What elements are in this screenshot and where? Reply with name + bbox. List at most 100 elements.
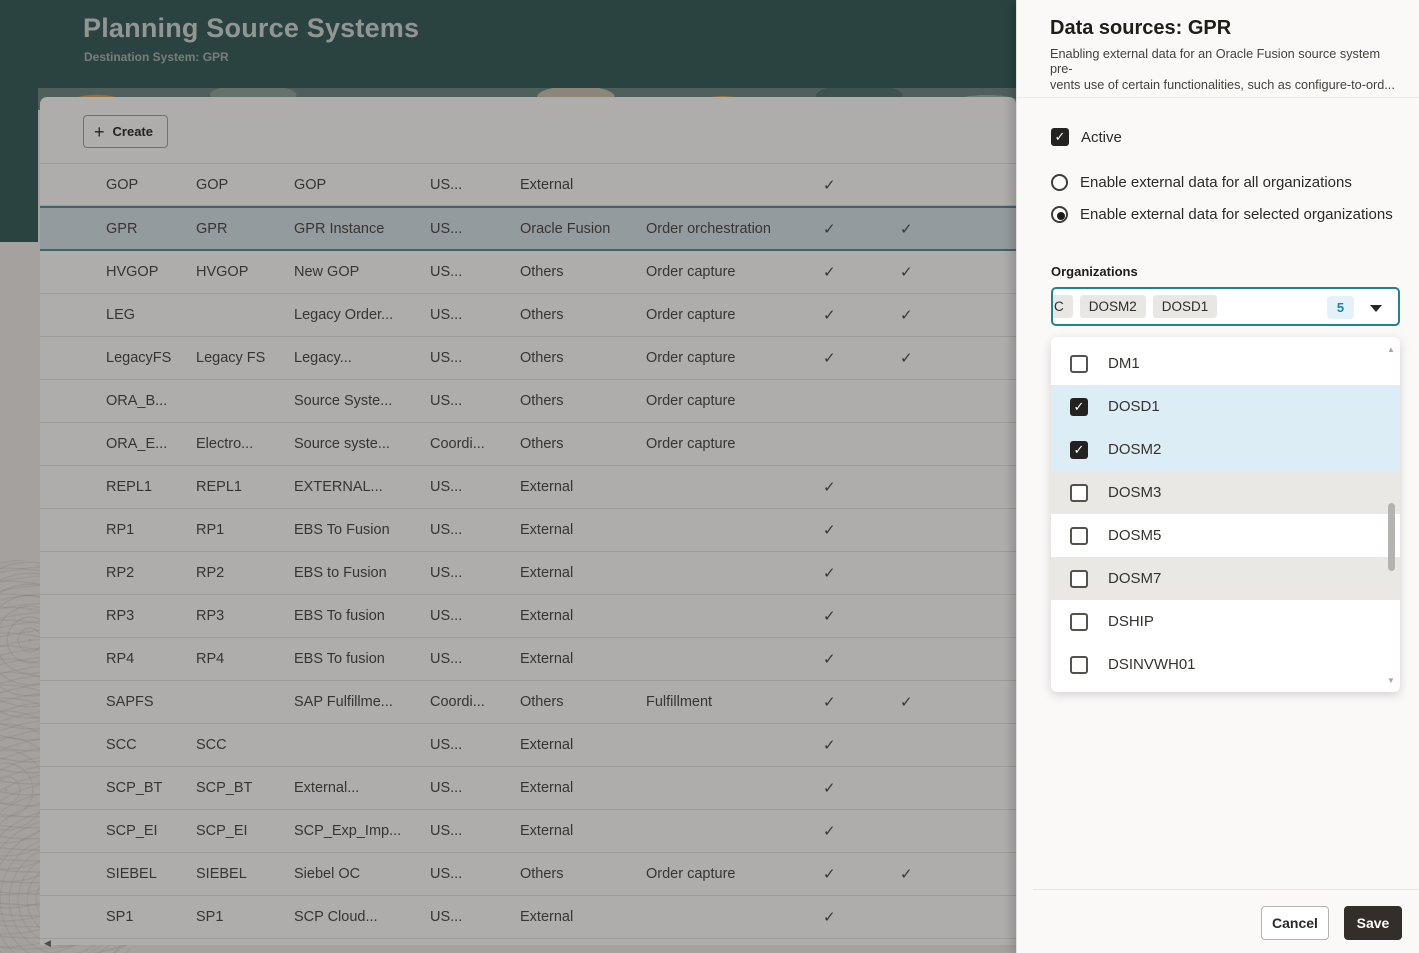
table-cell: SCP_Exp_Imp...	[294, 823, 430, 839]
table-row[interactable]: LEGLegacy Order...US...OthersOrder captu…	[40, 294, 1016, 337]
scrollbar-thumb[interactable]	[1388, 503, 1395, 571]
table-cell: RP3	[196, 608, 294, 624]
table-cell: Legacy FS	[196, 350, 294, 366]
table-cell: SCC	[196, 737, 294, 753]
table-row[interactable]: ORA_B...Source Syste...US...OthersOrder …	[40, 380, 1016, 423]
selection-count-badge[interactable]: 5	[1327, 296, 1354, 319]
table-cell: EBS to Fusion	[294, 565, 430, 581]
create-button[interactable]: + Create	[83, 115, 168, 148]
dropdown-option[interactable]: DOSM7	[1051, 557, 1400, 600]
table-cell: ORA_B...	[106, 393, 196, 409]
dropdown-option[interactable]: DOSM3	[1051, 471, 1400, 514]
table-cell: GOP	[294, 177, 430, 193]
data-sources-panel: Data sources: GPR Enabling external data…	[1016, 0, 1419, 953]
destination-system-subtitle: Destination System: GPR	[84, 50, 229, 64]
horizontal-scrollbar[interactable]: ◀	[40, 938, 1016, 948]
table-cell: US...	[430, 737, 520, 753]
radio-selected-icon[interactable]	[1051, 206, 1068, 223]
table-row[interactable]: SCP_EISCP_EISCP_Exp_Imp...US...External✓	[40, 810, 1016, 853]
table-cell: RP4	[106, 651, 196, 667]
dropdown-option[interactable]: DSINVWH01	[1051, 643, 1400, 686]
table-cell: LEG	[106, 307, 196, 323]
table-cell: Order capture	[646, 393, 795, 409]
table-row[interactable]: SP1SP1SCP Cloud...US...External✓	[40, 896, 1016, 939]
table-row[interactable]: RP4RP4EBS To fusionUS...External✓	[40, 638, 1016, 681]
checked-checkbox[interactable]: ✓	[1070, 441, 1088, 459]
scroll-down-icon[interactable]: ▼	[1387, 676, 1395, 685]
table-cell: SAP Fulfillme...	[294, 694, 430, 710]
option-label: DSHIP	[1108, 613, 1154, 630]
options-list: DM1✓DOSD1✓DOSM2DOSM3 DOSM5 DOSM7 DSHIP DSINV…	[1051, 342, 1400, 686]
enabled-check-icon: ✓	[795, 822, 872, 840]
active-checkbox[interactable]: ✓	[1051, 128, 1069, 146]
table-cell: REPL1	[196, 479, 294, 495]
table-cell: US...	[430, 823, 520, 839]
unchecked-checkbox[interactable]	[1070, 656, 1088, 674]
scroll-up-icon[interactable]: ▲	[1387, 345, 1395, 354]
table-cell: LegacyFS	[106, 350, 196, 366]
table-cell: GPR	[196, 221, 294, 237]
table-cell: US...	[430, 651, 520, 667]
table-row[interactable]: RP1RP1EBS To FusionUS...External✓	[40, 509, 1016, 552]
table-row[interactable]: HVGOPHVGOPNew GOPUS...OthersOrder captur…	[40, 251, 1016, 294]
organizations-input[interactable]: C DOSM2 DOSD1 5	[1051, 287, 1400, 326]
table-row[interactable]: GOPGOPGOPUS...External✓	[40, 163, 1016, 206]
dropdown-scrollbar[interactable]: ▲ ▼	[1385, 345, 1397, 685]
radio-selected-organizations[interactable]: Enable external data for selected organi…	[1051, 206, 1393, 223]
dropdown-option[interactable]: DM1	[1051, 342, 1400, 385]
table-cell: Others	[520, 264, 646, 280]
header-side-strip	[0, 88, 38, 242]
table-cell: SCP_EI	[196, 823, 294, 839]
option-label: DOSM5	[1108, 527, 1161, 544]
dropdown-option[interactable]: ✓DOSD1	[1051, 385, 1400, 428]
table-cell: RP2	[106, 565, 196, 581]
table-row[interactable]: RP2RP2EBS to FusionUS...External✓	[40, 552, 1016, 595]
organization-tag[interactable]: C	[1051, 295, 1073, 318]
cancel-button[interactable]: Cancel	[1261, 906, 1329, 940]
table-row[interactable]: REPL1REPL1EXTERNAL...US...External✓	[40, 466, 1016, 509]
footer-divider	[1033, 889, 1419, 890]
enabled-check-icon: ✓	[872, 349, 994, 367]
dropdown-option[interactable]: DSHIP	[1051, 600, 1400, 643]
table-row[interactable]: SIEBELSIEBELSiebel OCUS...OthersOrder ca…	[40, 853, 1016, 896]
chevron-down-icon[interactable]	[1370, 305, 1382, 312]
table-row[interactable]: LegacyFSLegacy FSLegacy...US...OthersOrd…	[40, 337, 1016, 380]
table-cell: SCP_BT	[196, 780, 294, 796]
radio-unselected-icon[interactable]	[1051, 174, 1068, 191]
organization-tag[interactable]: DOSD1	[1153, 295, 1218, 318]
table-cell: Legacy Order...	[294, 307, 430, 323]
unchecked-checkbox[interactable]	[1070, 527, 1088, 545]
table-cell: RP2	[196, 565, 294, 581]
table-cell: GOP	[196, 177, 294, 193]
unchecked-checkbox[interactable]	[1070, 484, 1088, 502]
table-cell: US...	[430, 177, 520, 193]
enabled-check-icon: ✓	[795, 564, 872, 582]
table-row[interactable]: SAPFSSAP Fulfillme...Coordi...OthersFulf…	[40, 681, 1016, 724]
table-row[interactable]: SCP_BTSCP_BTExternal...US...External✓	[40, 767, 1016, 810]
enabled-check-icon: ✓	[795, 521, 872, 539]
source-table: GOPGOPGOPUS...External✓GPRGPRGPR Instanc…	[40, 163, 1016, 939]
table-row[interactable]: GPRGPRGPR InstanceUS...Oracle FusionOrde…	[40, 206, 1016, 251]
main-area: Planning Source Systems Destination Syst…	[0, 0, 1016, 953]
dropdown-option[interactable]: DOSM5	[1051, 514, 1400, 557]
checked-checkbox[interactable]: ✓	[1070, 398, 1088, 416]
organization-tag[interactable]: DOSM2	[1080, 295, 1146, 318]
unchecked-checkbox[interactable]	[1070, 355, 1088, 373]
table-cell: US...	[430, 866, 520, 882]
unchecked-checkbox[interactable]	[1070, 613, 1088, 631]
table-row[interactable]: SCCSCCUS...External✓	[40, 724, 1016, 767]
table-cell: US...	[430, 522, 520, 538]
table-row[interactable]: ORA_E...Electro...Source syste...Coordi.…	[40, 423, 1016, 466]
save-button[interactable]: Save	[1344, 906, 1402, 940]
active-checkbox-row[interactable]: ✓ Active	[1051, 128, 1122, 146]
radio-all-organizations[interactable]: Enable external data for all organizatio…	[1051, 174, 1352, 191]
scroll-left-icon[interactable]: ◀	[44, 938, 51, 949]
table-cell: Others	[520, 436, 646, 452]
table-cell: Electro...	[196, 436, 294, 452]
table-cell: US...	[430, 350, 520, 366]
table-row[interactable]: RP3RP3EBS To fusionUS...External✓	[40, 595, 1016, 638]
unchecked-checkbox[interactable]	[1070, 570, 1088, 588]
dropdown-option[interactable]: ✓DOSM2	[1051, 428, 1400, 471]
table-cell: EBS To fusion	[294, 651, 430, 667]
table-cell: SCP_BT	[106, 780, 196, 796]
